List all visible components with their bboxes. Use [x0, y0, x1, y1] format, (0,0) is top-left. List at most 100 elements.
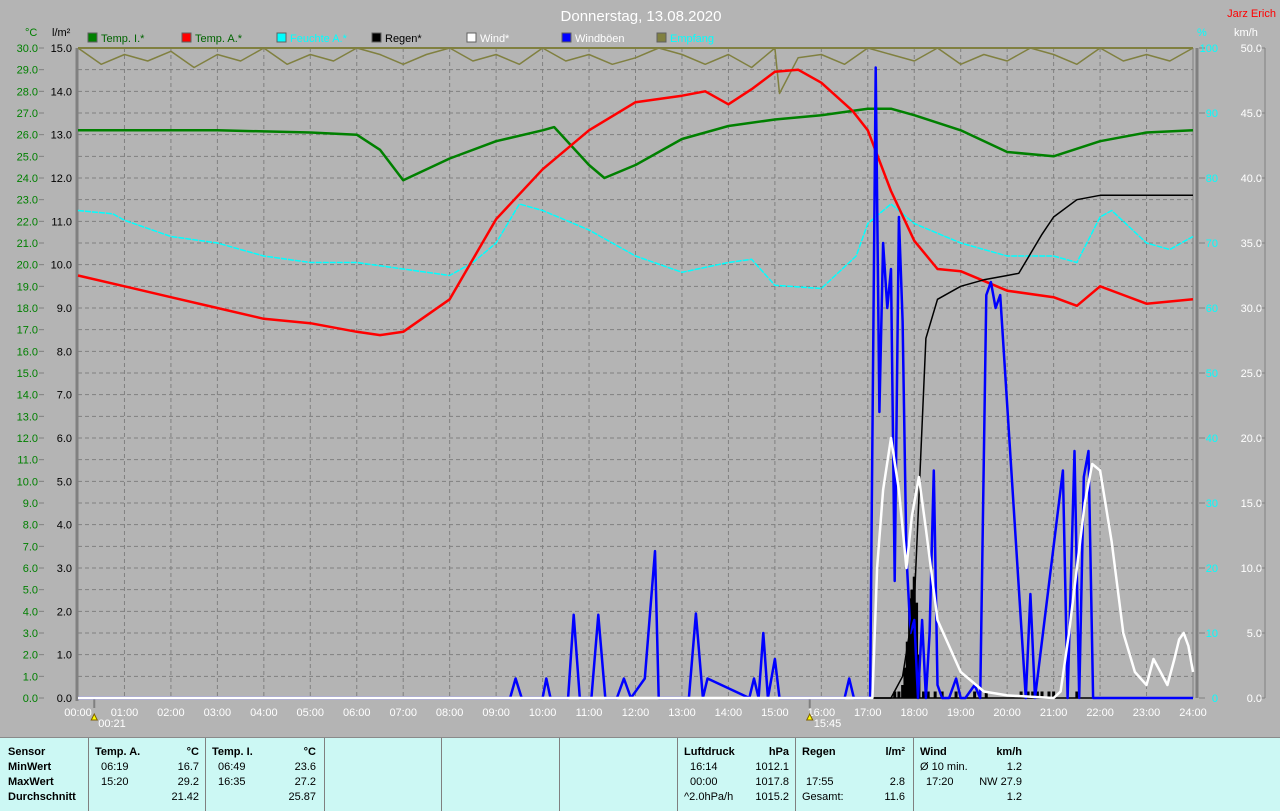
rain-rate-bar: [897, 691, 901, 698]
rain-tick-label: 13.0: [51, 130, 72, 142]
legend-label: Temp. A.*: [195, 33, 243, 45]
temp-tick-label: 20.0: [17, 260, 38, 272]
temp-tick-label: 10.0: [17, 476, 38, 488]
pressure-max-time: 00:00: [690, 776, 718, 788]
humidity-tick-label: 90: [1206, 108, 1218, 120]
rain-tick-label: 0.0: [57, 693, 72, 705]
rain-tick-label: 1.0: [57, 650, 72, 662]
temp-tick-label: 29.0: [17, 65, 38, 77]
temp-tick-label: 4.0: [23, 606, 38, 618]
wind-tick-label: 50.0: [1241, 43, 1262, 55]
stats-col-wind: Wind km/h Ø 10 min. 1.2 17:20 NW 27.9 1.2: [914, 738, 1034, 811]
wind-tick-label: 30.0: [1241, 303, 1262, 315]
rain-tick-label: 4.0: [57, 520, 72, 532]
rain-rate-bar: [954, 691, 958, 698]
rain-unit: l/m²: [885, 746, 905, 758]
x-tick-label: 02:00: [157, 707, 185, 719]
legend-swatch: [466, 32, 477, 43]
legend-swatch: [561, 32, 572, 43]
rain-tick-label: 15.0: [51, 43, 72, 55]
durchschnitt-label: Durchschnitt: [8, 791, 76, 803]
humidity-tick-label: 0: [1212, 693, 1218, 705]
legend-swatch: [371, 32, 382, 43]
chart-title: Donnerstag, 13.08.2020: [561, 8, 722, 25]
x-tick-label: 20:00: [993, 707, 1021, 719]
x-tick-label: 19:00: [947, 707, 975, 719]
stats-col-temp-a: Temp. A. °C 06:19 16.7 15:20 29.2 21.42: [89, 738, 206, 811]
statistics-panel: Sensor MinWert MaxWert Durchschnitt Temp…: [0, 737, 1280, 811]
rain-tick-label: 6.0: [57, 433, 72, 445]
humidity-unit-label: %: [1197, 27, 1207, 39]
stats-col-pressure: Luftdruck hPa 16:14 1012.1 00:00 1017.8 ^2.…: [678, 738, 796, 811]
wind-avg: 1.2: [1006, 761, 1022, 773]
wind-unit: km/h: [996, 746, 1022, 758]
temp-tick-label: 8.0: [23, 520, 38, 532]
x-tick-label: 00:00: [64, 707, 92, 719]
wind-avg-label: Ø 10 min.: [920, 761, 968, 773]
pressure-min: 1012.1: [755, 761, 789, 773]
pressure-trend: ^2.0hPa/h: [684, 791, 734, 803]
stats-col-rain: Regen l/m² 17:55 2.8 Gesamt: 11.6: [796, 738, 914, 811]
legend-label: Regen*: [385, 33, 422, 45]
temp-i-avg: 25.87: [288, 791, 316, 803]
wind-max: NW 27.9: [979, 776, 1022, 788]
temp-i-max-time: 16:35: [218, 776, 246, 788]
wind-tick-label: 40.0: [1241, 173, 1262, 185]
temp-tick-label: 23.0: [17, 195, 38, 207]
temp-tick-label: 15.0: [17, 368, 38, 380]
temp-a-min: 16.7: [177, 761, 199, 773]
stats-col-empty-3: [560, 738, 678, 811]
temp-tick-label: 16.0: [17, 346, 38, 358]
temp-tick-label: 26.0: [17, 130, 38, 142]
legend-swatch: [276, 32, 287, 43]
temp-a-unit: °C: [186, 746, 199, 758]
wind-tick-label: 20.0: [1241, 433, 1262, 445]
x-tick-label: 23:00: [1133, 707, 1161, 719]
wind-tick-label: 25.0: [1241, 368, 1262, 380]
x-tick-label: 14:00: [715, 707, 743, 719]
x-tick-label: 06:00: [343, 707, 371, 719]
temp-tick-label: 11.0: [17, 455, 38, 467]
humidity-tick-label: 50: [1206, 368, 1218, 380]
rain-max: 2.8: [889, 776, 905, 788]
humidity-tick-label: 20: [1206, 563, 1218, 575]
temp-tick-label: 9.0: [23, 498, 38, 510]
legend-swatch: [181, 32, 192, 43]
rain-tick-label: 2.0: [57, 606, 72, 618]
x-tick-label: 05:00: [297, 707, 325, 719]
rain-total: 11.6: [884, 791, 905, 803]
rain-tick-label: 8.0: [57, 346, 72, 358]
temp-tick-label: 1.0: [23, 671, 38, 683]
x-tick-label: 08:00: [436, 707, 464, 719]
annotation-label: 15:45: [814, 718, 842, 730]
temp-tick-label: 12.0: [17, 433, 38, 445]
temp-tick-label: 18.0: [17, 303, 38, 315]
weather-chart: °C l/m²% km/h 0.0 0.0 1.0 2.0 1.0 3.0 4.0 2.0 5.0 6.…: [17, 8, 1276, 730]
rain-tick-label: 11.0: [51, 216, 72, 228]
rain-tick-label: 9.0: [57, 303, 72, 315]
x-tick-label: 04:00: [250, 707, 278, 719]
wind-max-time: 17:20: [926, 776, 954, 788]
x-tick-label: 09:00: [482, 707, 510, 719]
legend-label: Wind*: [480, 33, 510, 45]
temp-i-unit: °C: [303, 746, 316, 758]
x-tick-label: 18:00: [900, 707, 928, 719]
rain-unit-label: l/m²: [52, 27, 71, 39]
humidity-tick-label: 70: [1206, 238, 1218, 250]
temp-a-avg: 21.42: [171, 791, 199, 803]
temp-tick-label: 28.0: [17, 86, 38, 98]
x-tick-label: 07:00: [389, 707, 417, 719]
x-tick-label: 17:00: [854, 707, 882, 719]
temp-tick-label: 21.0: [17, 238, 38, 250]
temp-tick-label: 30.0: [17, 43, 38, 55]
temp-tick-label: 5.0: [23, 585, 38, 597]
temp-tick-label: 19.0: [17, 281, 38, 293]
temp-tick-label: 14.0: [17, 390, 38, 402]
temp-a-max: 29.2: [177, 776, 199, 788]
humidity-tick-label: 40: [1206, 433, 1218, 445]
wind-tick-label: 35.0: [1241, 238, 1262, 250]
annotation-label: 00:21: [98, 718, 126, 730]
legend-swatch: [656, 32, 667, 43]
temp-tick-label: 25.0: [17, 151, 38, 163]
rain-total-label: Gesamt:: [802, 791, 844, 803]
